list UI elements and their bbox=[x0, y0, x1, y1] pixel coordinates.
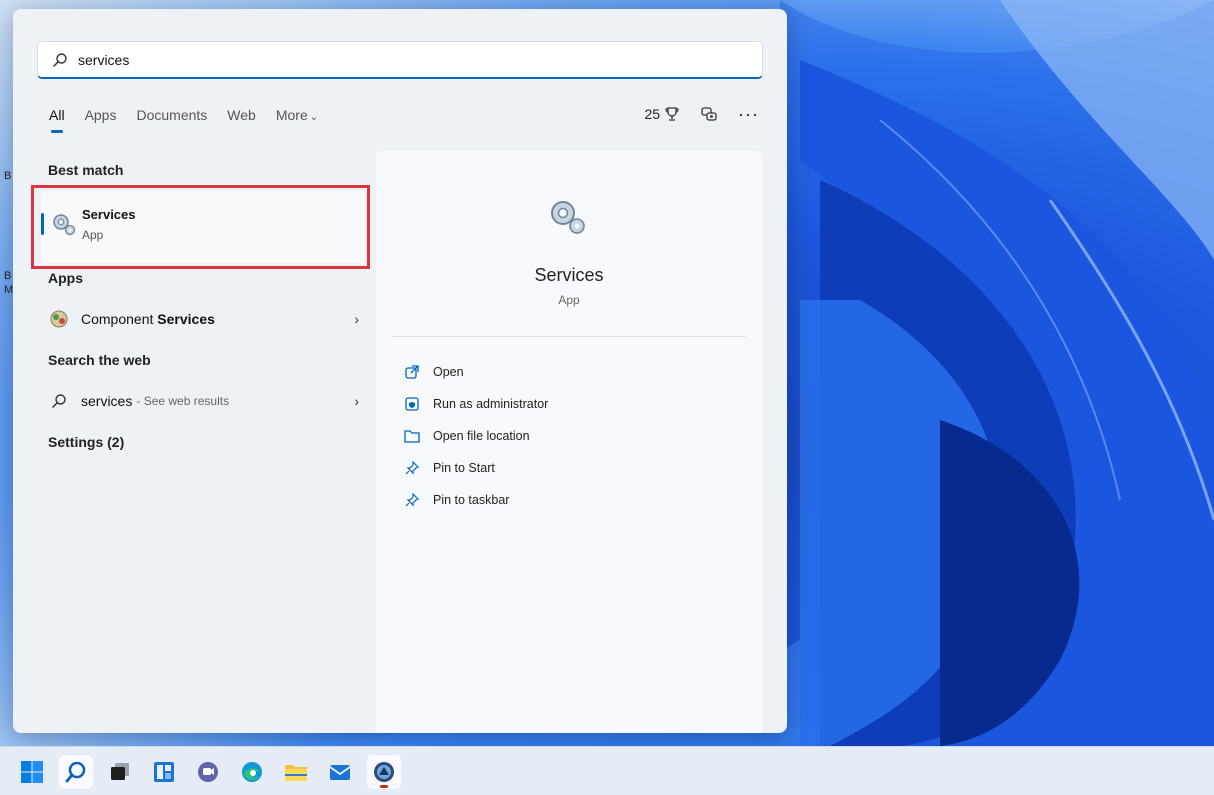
action-pin-to-start-label: Pin to Start bbox=[433, 461, 495, 475]
tab-more[interactable]: More⌄ bbox=[276, 107, 318, 123]
component-services-prefix: Component bbox=[81, 311, 157, 327]
action-pin-to-start[interactable]: Pin to Start bbox=[404, 452, 548, 484]
action-run-as-admin-label: Run as administrator bbox=[433, 397, 548, 411]
search-icon[interactable] bbox=[59, 755, 93, 789]
search-top-right-controls: 25 ··· bbox=[644, 105, 759, 123]
pin-icon bbox=[404, 492, 420, 508]
app-icon[interactable] bbox=[367, 755, 401, 789]
list-item-component-services[interactable]: Component Services › bbox=[49, 304, 359, 334]
desktop-icon-label: B bbox=[4, 170, 11, 182]
widgets-icon[interactable] bbox=[147, 755, 181, 789]
desktop-icon-label: B bbox=[4, 270, 11, 282]
file-explorer-icon[interactable] bbox=[279, 755, 313, 789]
action-open-file-location[interactable]: Open file location bbox=[404, 420, 548, 452]
search-icon bbox=[52, 52, 68, 68]
taskbar bbox=[0, 746, 1214, 795]
pin-icon bbox=[404, 460, 420, 476]
windows-start-icon[interactable] bbox=[15, 755, 49, 789]
detail-actions: Open Run as administrator Open file loca… bbox=[404, 356, 548, 516]
search-box[interactable] bbox=[37, 41, 763, 79]
account-switch-icon[interactable] bbox=[700, 105, 718, 123]
detail-type: App bbox=[376, 293, 762, 307]
folder-icon bbox=[404, 428, 420, 444]
component-services-icon bbox=[49, 309, 69, 329]
apps-heading: Apps bbox=[48, 270, 83, 286]
search-input[interactable] bbox=[78, 52, 678, 68]
rewards-points[interactable]: 25 bbox=[644, 106, 680, 122]
running-indicator bbox=[380, 785, 388, 788]
component-services-bold: Services bbox=[157, 311, 215, 327]
list-item-web-result[interactable]: services - See web results › bbox=[49, 386, 359, 416]
action-open-file-location-label: Open file location bbox=[433, 429, 530, 443]
tab-documents[interactable]: Documents bbox=[136, 107, 207, 123]
more-options-icon[interactable]: ··· bbox=[738, 109, 759, 119]
desktop-icon-label: M bbox=[4, 284, 13, 296]
action-pin-to-taskbar-label: Pin to taskbar bbox=[433, 493, 509, 507]
settings-heading[interactable]: Settings (2) bbox=[48, 434, 124, 450]
search-icon bbox=[49, 391, 69, 411]
best-match-heading: Best match bbox=[48, 162, 123, 178]
detail-divider bbox=[392, 336, 746, 337]
detail-pane: Services App Open Run as administrator bbox=[376, 151, 762, 733]
edge-icon[interactable] bbox=[235, 755, 269, 789]
mail-icon[interactable] bbox=[323, 755, 357, 789]
search-panel: All Apps Documents Web More⌄ 25 ··· Best… bbox=[13, 9, 787, 733]
search-web-heading: Search the web bbox=[48, 352, 151, 368]
tab-apps[interactable]: Apps bbox=[85, 107, 117, 123]
search-filter-tabs: All Apps Documents Web More⌄ bbox=[49, 107, 338, 123]
tab-web[interactable]: Web bbox=[227, 107, 256, 123]
detail-title: Services bbox=[376, 265, 762, 286]
action-pin-to-taskbar[interactable]: Pin to taskbar bbox=[404, 484, 548, 516]
rewards-points-value: 25 bbox=[644, 106, 660, 122]
action-open-label: Open bbox=[433, 365, 464, 379]
tab-more-label: More bbox=[276, 107, 308, 123]
red-highlight-annotation bbox=[31, 185, 370, 269]
action-run-as-admin[interactable]: Run as administrator bbox=[404, 388, 548, 420]
tab-all[interactable]: All bbox=[49, 107, 65, 123]
shield-icon bbox=[404, 396, 420, 412]
trophy-icon bbox=[664, 106, 680, 122]
open-icon bbox=[404, 364, 420, 380]
chevron-right-icon: › bbox=[354, 311, 359, 327]
task-view-icon[interactable] bbox=[103, 755, 137, 789]
teams-chat-icon[interactable] bbox=[191, 755, 225, 789]
chevron-down-icon: ⌄ bbox=[310, 112, 318, 123]
chevron-right-icon: › bbox=[354, 393, 359, 409]
action-open[interactable]: Open bbox=[404, 356, 548, 388]
web-result-suffix: - See web results bbox=[136, 394, 229, 408]
web-result-query: services bbox=[81, 393, 132, 409]
services-gear-icon bbox=[546, 195, 590, 239]
